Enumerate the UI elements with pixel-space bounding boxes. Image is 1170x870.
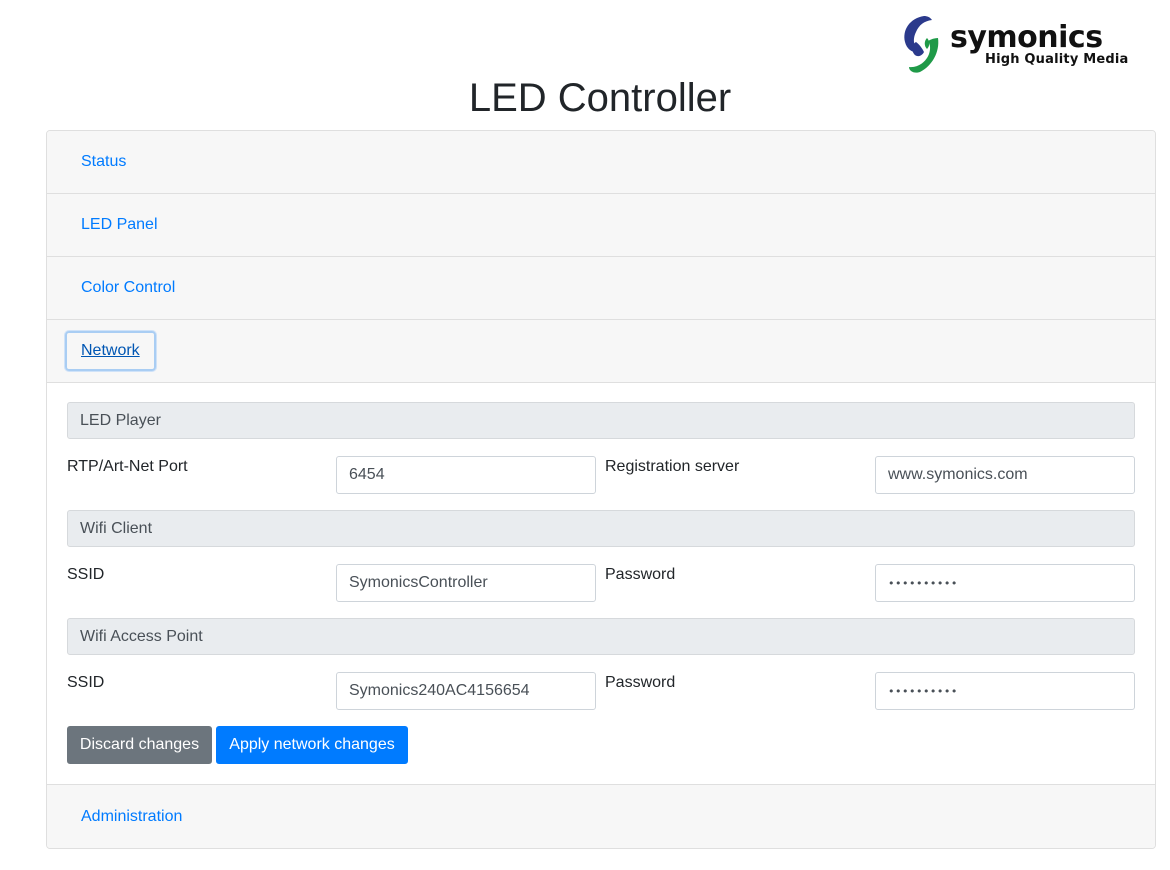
led-player-row: RTP/Art-Net Port Registration server: [67, 439, 1135, 510]
client-password-input[interactable]: [875, 564, 1135, 602]
wifi-ap-section-title: Wifi Access Point: [67, 618, 1135, 655]
wifi-ap-row: SSID Password: [67, 655, 1135, 726]
client-ssid-label: SSID: [67, 566, 105, 583]
registration-server-input[interactable]: [875, 456, 1135, 494]
symonics-logo: symonics High Quality Media: [902, 14, 1132, 76]
ap-password-input[interactable]: [875, 672, 1135, 710]
led-player-section-title: LED Player: [67, 402, 1135, 439]
accordion-header-status: Status: [47, 131, 1155, 194]
client-ssid-input[interactable]: [336, 564, 596, 602]
ap-ssid-input[interactable]: [336, 672, 596, 710]
apply-network-changes-button[interactable]: Apply network changes: [216, 726, 408, 764]
symonics-logo-mark: [904, 16, 939, 73]
network-actions: Discard changes Apply network changes: [67, 726, 1135, 786]
settings-accordion: Status LED Panel Color Control Network L…: [46, 130, 1156, 849]
port-label: RTP/Art-Net Port: [67, 458, 188, 475]
port-input[interactable]: [336, 456, 596, 494]
administration-toggle[interactable]: Administration: [65, 797, 198, 837]
accordion-header-network: Network: [47, 320, 1155, 383]
accordion-header-led-panel: LED Panel: [47, 194, 1155, 257]
ap-password-label: Password: [605, 674, 676, 691]
registration-server-label: Registration server: [605, 458, 740, 475]
status-toggle[interactable]: Status: [65, 142, 142, 182]
client-password-label: Password: [605, 566, 676, 583]
accordion-header-administration: Administration: [47, 785, 1155, 848]
wifi-client-row: SSID Password: [67, 547, 1135, 618]
color-control-toggle[interactable]: Color Control: [65, 268, 191, 308]
led-panel-toggle[interactable]: LED Panel: [65, 205, 174, 245]
wifi-client-section-title: Wifi Client: [67, 510, 1135, 547]
network-toggle[interactable]: Network: [65, 331, 156, 371]
ap-ssid-label: SSID: [67, 674, 105, 691]
page-title: LED Controller: [468, 76, 732, 120]
brand-tagline: High Quality Media: [985, 52, 1129, 67]
accordion-header-color-control: Color Control: [47, 257, 1155, 320]
network-panel: LED Player RTP/Art-Net Port Registration…: [47, 383, 1155, 785]
discard-changes-button[interactable]: Discard changes: [67, 726, 212, 764]
